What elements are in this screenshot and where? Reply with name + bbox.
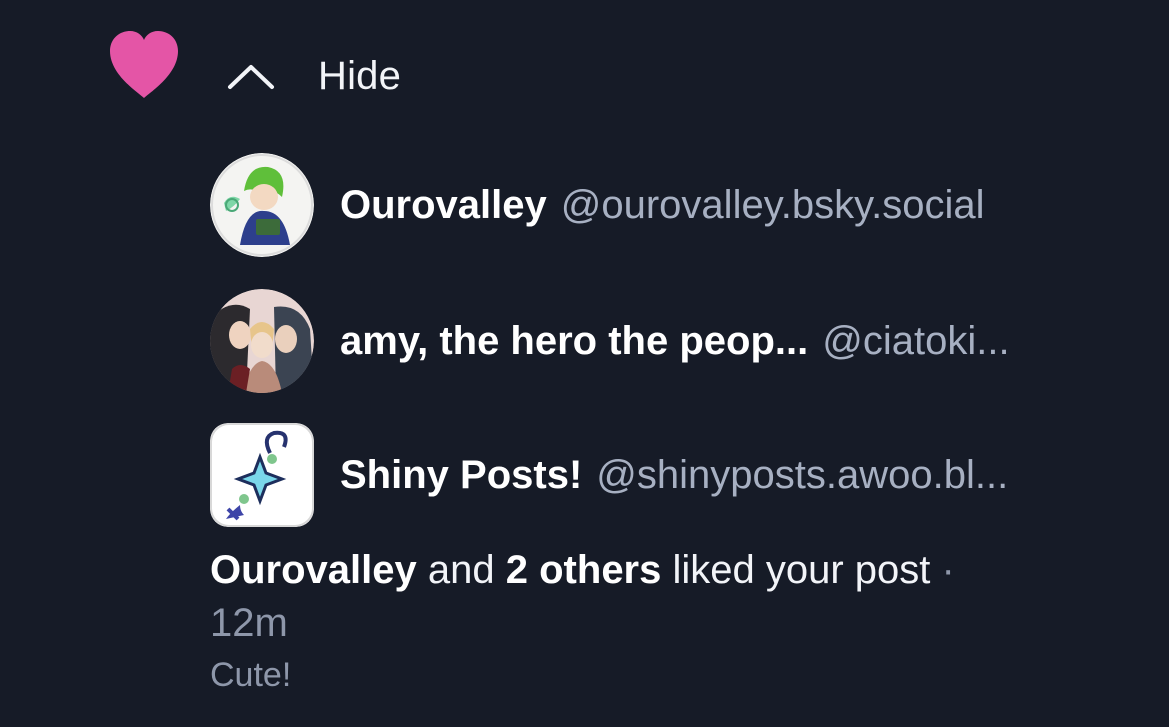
notification-summary: Ourovalley and 2 others liked your post …	[210, 544, 1110, 650]
liker-display-name: Ourovalley	[340, 182, 547, 227]
liker-display-name: Shiny Posts!	[340, 452, 583, 497]
summary-action: liked your post	[672, 548, 931, 592]
liker-handle: @ourovalley.bsky.social	[560, 182, 985, 227]
timestamp: 12m	[210, 601, 288, 645]
summary-others[interactable]: 2 others	[506, 548, 662, 592]
post-preview[interactable]: Cute!	[210, 656, 291, 695]
hide-likers-toggle[interactable]: Hide	[226, 50, 401, 102]
liker-handle: @shinyposts.awoo.bl...	[596, 452, 1009, 497]
chevron-up-icon	[228, 65, 274, 89]
liker-display-name: amy, the hero the peop...	[340, 318, 809, 363]
heart-icon	[110, 31, 178, 98]
liker-row[interactable]: Shiny Posts! @shinyposts.awoo.bl...	[210, 422, 1140, 528]
avatar[interactable]	[210, 153, 314, 257]
liker-handle: @ciatoki...	[822, 318, 1010, 363]
liker-row[interactable]: Ourovalley @ourovalley.bsky.social	[210, 152, 1140, 258]
summary-connector: and	[427, 548, 495, 592]
hide-label: Hide	[318, 53, 402, 98]
avatar[interactable]	[210, 289, 314, 393]
liker-row[interactable]: amy, the hero the peop... @ciatoki...	[210, 288, 1140, 394]
separator-dot: ·	[941, 548, 955, 592]
avatar[interactable]	[210, 423, 314, 527]
summary-actor[interactable]: Ourovalley	[210, 548, 417, 592]
